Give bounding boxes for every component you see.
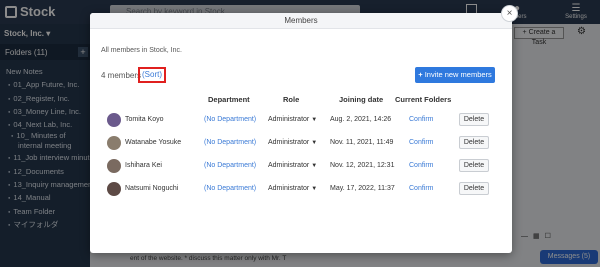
- avatar: [107, 113, 121, 127]
- joining-date: May. 17, 2022, 11:37: [330, 185, 395, 192]
- member-name: Tomita Koyo: [125, 116, 164, 123]
- confirm-folders-link[interactable]: Confirm: [409, 116, 434, 123]
- member-name: Watanabe Yosuke: [125, 139, 182, 146]
- role-value: Administrator: [268, 185, 310, 192]
- column-header-joined: Joining date: [339, 95, 384, 104]
- role-dropdown[interactable]: Administrator ▼: [268, 116, 317, 123]
- department-link[interactable]: (No Department): [204, 139, 256, 146]
- invite-members-button[interactable]: + Invite new members: [415, 67, 495, 83]
- modal-subtitle: All members in Stock, Inc.: [101, 47, 182, 54]
- close-button[interactable]: ×: [501, 5, 518, 22]
- chevron-down-icon: ▼: [311, 117, 318, 123]
- member-name: Natsumi Noguchi: [125, 185, 179, 192]
- role-value: Administrator: [268, 162, 310, 169]
- delete-button[interactable]: Delete: [459, 182, 489, 195]
- joining-date: Aug. 2, 2021, 14:26: [330, 116, 392, 123]
- member-row: Tomita Koyo (No Department) Administrato…: [90, 109, 512, 132]
- member-name: Ishihara Kei: [125, 162, 162, 169]
- column-header-folders: Current Folders: [395, 95, 452, 104]
- chevron-down-icon: ▼: [311, 140, 318, 146]
- member-count: 4 members: [101, 71, 142, 80]
- members-modal: Members × All members in Stock, Inc. 4 m…: [90, 5, 518, 253]
- department-link[interactable]: (No Department): [204, 162, 256, 169]
- delete-button[interactable]: Delete: [459, 159, 489, 172]
- confirm-folders-link[interactable]: Confirm: [409, 139, 434, 146]
- joining-date: Nov. 12, 2021, 12:31: [330, 162, 395, 169]
- sort-link[interactable]: (Sort): [138, 67, 166, 83]
- close-icon: ×: [506, 8, 513, 19]
- role-dropdown[interactable]: Administrator ▼: [268, 162, 317, 169]
- joining-date: Nov. 11, 2021, 11:49: [330, 139, 394, 146]
- chevron-down-icon: ▼: [311, 163, 318, 169]
- chevron-down-icon: ▼: [311, 186, 318, 192]
- confirm-folders-link[interactable]: Confirm: [409, 162, 434, 169]
- avatar: [107, 159, 121, 173]
- member-row: Ishihara Kei (No Department) Administrat…: [90, 155, 512, 178]
- role-dropdown[interactable]: Administrator ▼: [268, 185, 317, 192]
- plus-icon: +: [418, 70, 423, 79]
- member-row: Watanabe Yosuke (No Department) Administ…: [90, 132, 512, 155]
- delete-button[interactable]: Delete: [459, 136, 489, 149]
- avatar: [107, 136, 121, 150]
- role-dropdown[interactable]: Administrator ▼: [268, 139, 317, 146]
- role-value: Administrator: [268, 116, 310, 123]
- member-row: Natsumi Noguchi (No Department) Administ…: [90, 178, 512, 201]
- department-link[interactable]: (No Department): [204, 185, 256, 192]
- avatar: [107, 182, 121, 196]
- invite-label: Invite new members: [424, 70, 492, 79]
- role-value: Administrator: [268, 139, 310, 146]
- delete-button[interactable]: Delete: [459, 113, 489, 126]
- confirm-folders-link[interactable]: Confirm: [409, 185, 434, 192]
- modal-title: Members: [90, 13, 512, 29]
- department-link[interactable]: (No Department): [204, 116, 256, 123]
- column-header-role: Role: [283, 95, 300, 104]
- column-header-department: Department: [208, 95, 250, 104]
